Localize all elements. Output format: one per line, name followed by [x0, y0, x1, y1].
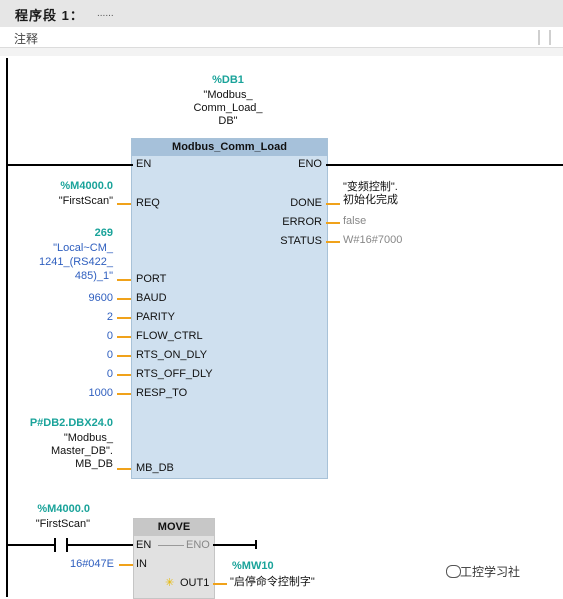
network-comment-bar[interactable]: 注释: [0, 27, 563, 47]
pin-flow-ctrl: FLOW_CTRL: [136, 330, 203, 342]
instance-db-address: %DB1: [212, 74, 244, 86]
pin-eno: ENO: [298, 158, 322, 170]
eno-wire: [326, 164, 563, 166]
rts-on-connector[interactable]: [117, 355, 131, 357]
rts-off-connector[interactable]: [117, 374, 131, 376]
port-name-1[interactable]: "Local~CM_: [10, 242, 113, 254]
instance-db-name-3: DB": [218, 115, 238, 127]
rts-on-value[interactable]: 0: [10, 349, 113, 361]
port-name-2[interactable]: 1241_(RS422_: [10, 256, 113, 268]
move-in-value[interactable]: 16#047E: [10, 558, 114, 570]
port-name-3[interactable]: 485)_1": [10, 270, 113, 282]
rung2-wire-right: [68, 544, 134, 546]
en-wire: [6, 164, 133, 166]
en-eno-passthrough: [158, 545, 184, 546]
req-operand-name[interactable]: "FirstScan": [10, 195, 113, 208]
mb-db-connector[interactable]: [117, 468, 131, 470]
port-value[interactable]: 269: [10, 227, 113, 239]
move-eno-wire-end: [255, 540, 257, 549]
pin-baud: BAUD: [136, 292, 167, 304]
contact-left-bar[interactable]: [54, 538, 56, 552]
move-block-title: MOVE: [134, 519, 214, 536]
pin-rts-on-dly: RTS_ON_DLY: [136, 349, 208, 361]
done-operand-name-2[interactable]: 初始化完成: [343, 194, 398, 207]
instance-db-name-2: Comm_Load_: [193, 102, 263, 114]
pin-parity: PARITY: [136, 311, 175, 323]
network-title-placeholder[interactable]: ......: [97, 8, 114, 19]
pin-port: PORT: [136, 273, 167, 285]
modbus-comm-load-block[interactable]: Modbus_Comm_Load: [131, 138, 328, 479]
contact-name[interactable]: "FirstScan": [10, 518, 90, 531]
status-value[interactable]: W#16#7000: [343, 234, 402, 246]
separator-tick: [549, 30, 551, 45]
status-connector[interactable]: [326, 241, 340, 243]
left-power-rail: [6, 58, 8, 597]
mb-db-address[interactable]: P#DB2.DBX24.0: [10, 417, 113, 429]
error-connector[interactable]: [326, 222, 340, 224]
move-pin-in: IN: [136, 558, 147, 570]
separator-strip: [0, 47, 563, 56]
instance-db-name-1: "Modbus_: [203, 89, 253, 101]
move-pin-out1: OUT1: [180, 577, 210, 589]
resp-to-connector[interactable]: [117, 393, 131, 395]
mb-db-name-1[interactable]: "Modbus_: [10, 432, 113, 445]
mb-db-name-3[interactable]: MB_DB: [10, 458, 113, 471]
rts-off-value[interactable]: 0: [10, 368, 113, 380]
pin-mb-db: MB_DB: [136, 462, 174, 474]
network-comment: 注释: [14, 32, 39, 46]
pin-rts-off-dly: RTS_OFF_DLY: [136, 368, 213, 380]
pin-en: EN: [136, 158, 152, 170]
watermark-text: 工控学习社: [460, 565, 521, 579]
done-connector[interactable]: [326, 203, 340, 205]
separator-tick: [538, 30, 540, 45]
port-connector[interactable]: [117, 279, 131, 281]
network-title: 程序段 1：: [15, 8, 84, 23]
error-value[interactable]: false: [343, 215, 366, 227]
rung2-wire-left: [6, 544, 54, 546]
block-title: Modbus_Comm_Load: [132, 139, 327, 156]
move-in-connector[interactable]: [119, 564, 133, 566]
parity-value[interactable]: 2: [10, 311, 113, 323]
done-operand-name-1[interactable]: "变频控制".: [343, 181, 398, 194]
req-operand-address[interactable]: %M4000.0: [10, 180, 113, 192]
pin-done: DONE: [290, 197, 322, 209]
move-eno-wire: [213, 544, 257, 546]
pin-error: ERROR: [282, 216, 322, 228]
move-out-address[interactable]: %MW10: [232, 560, 274, 572]
move-pin-eno: ENO: [186, 539, 210, 551]
move-pin-en: EN: [136, 539, 152, 551]
flow-ctrl-connector[interactable]: [117, 336, 131, 338]
network-header[interactable]: 程序段 1： ......: [0, 0, 563, 28]
sun-icon: ✳: [165, 577, 175, 589]
flow-ctrl-value[interactable]: 0: [10, 330, 113, 342]
mb-db-name-2[interactable]: Master_DB".: [10, 445, 113, 458]
pin-resp-to: RESP_TO: [136, 387, 188, 399]
resp-to-value[interactable]: 1000: [10, 387, 113, 399]
contact-address[interactable]: %M4000.0: [10, 503, 90, 515]
req-connector[interactable]: [117, 203, 131, 205]
parity-connector[interactable]: [117, 317, 131, 319]
baud-value[interactable]: 9600: [10, 292, 113, 304]
wechat-icon: [446, 565, 461, 578]
pin-status: STATUS: [280, 235, 322, 247]
move-out-name[interactable]: "启停命令控制字": [230, 576, 315, 589]
move-out1-connector[interactable]: [213, 583, 227, 585]
pin-req: REQ: [136, 197, 160, 209]
baud-connector[interactable]: [117, 298, 131, 300]
